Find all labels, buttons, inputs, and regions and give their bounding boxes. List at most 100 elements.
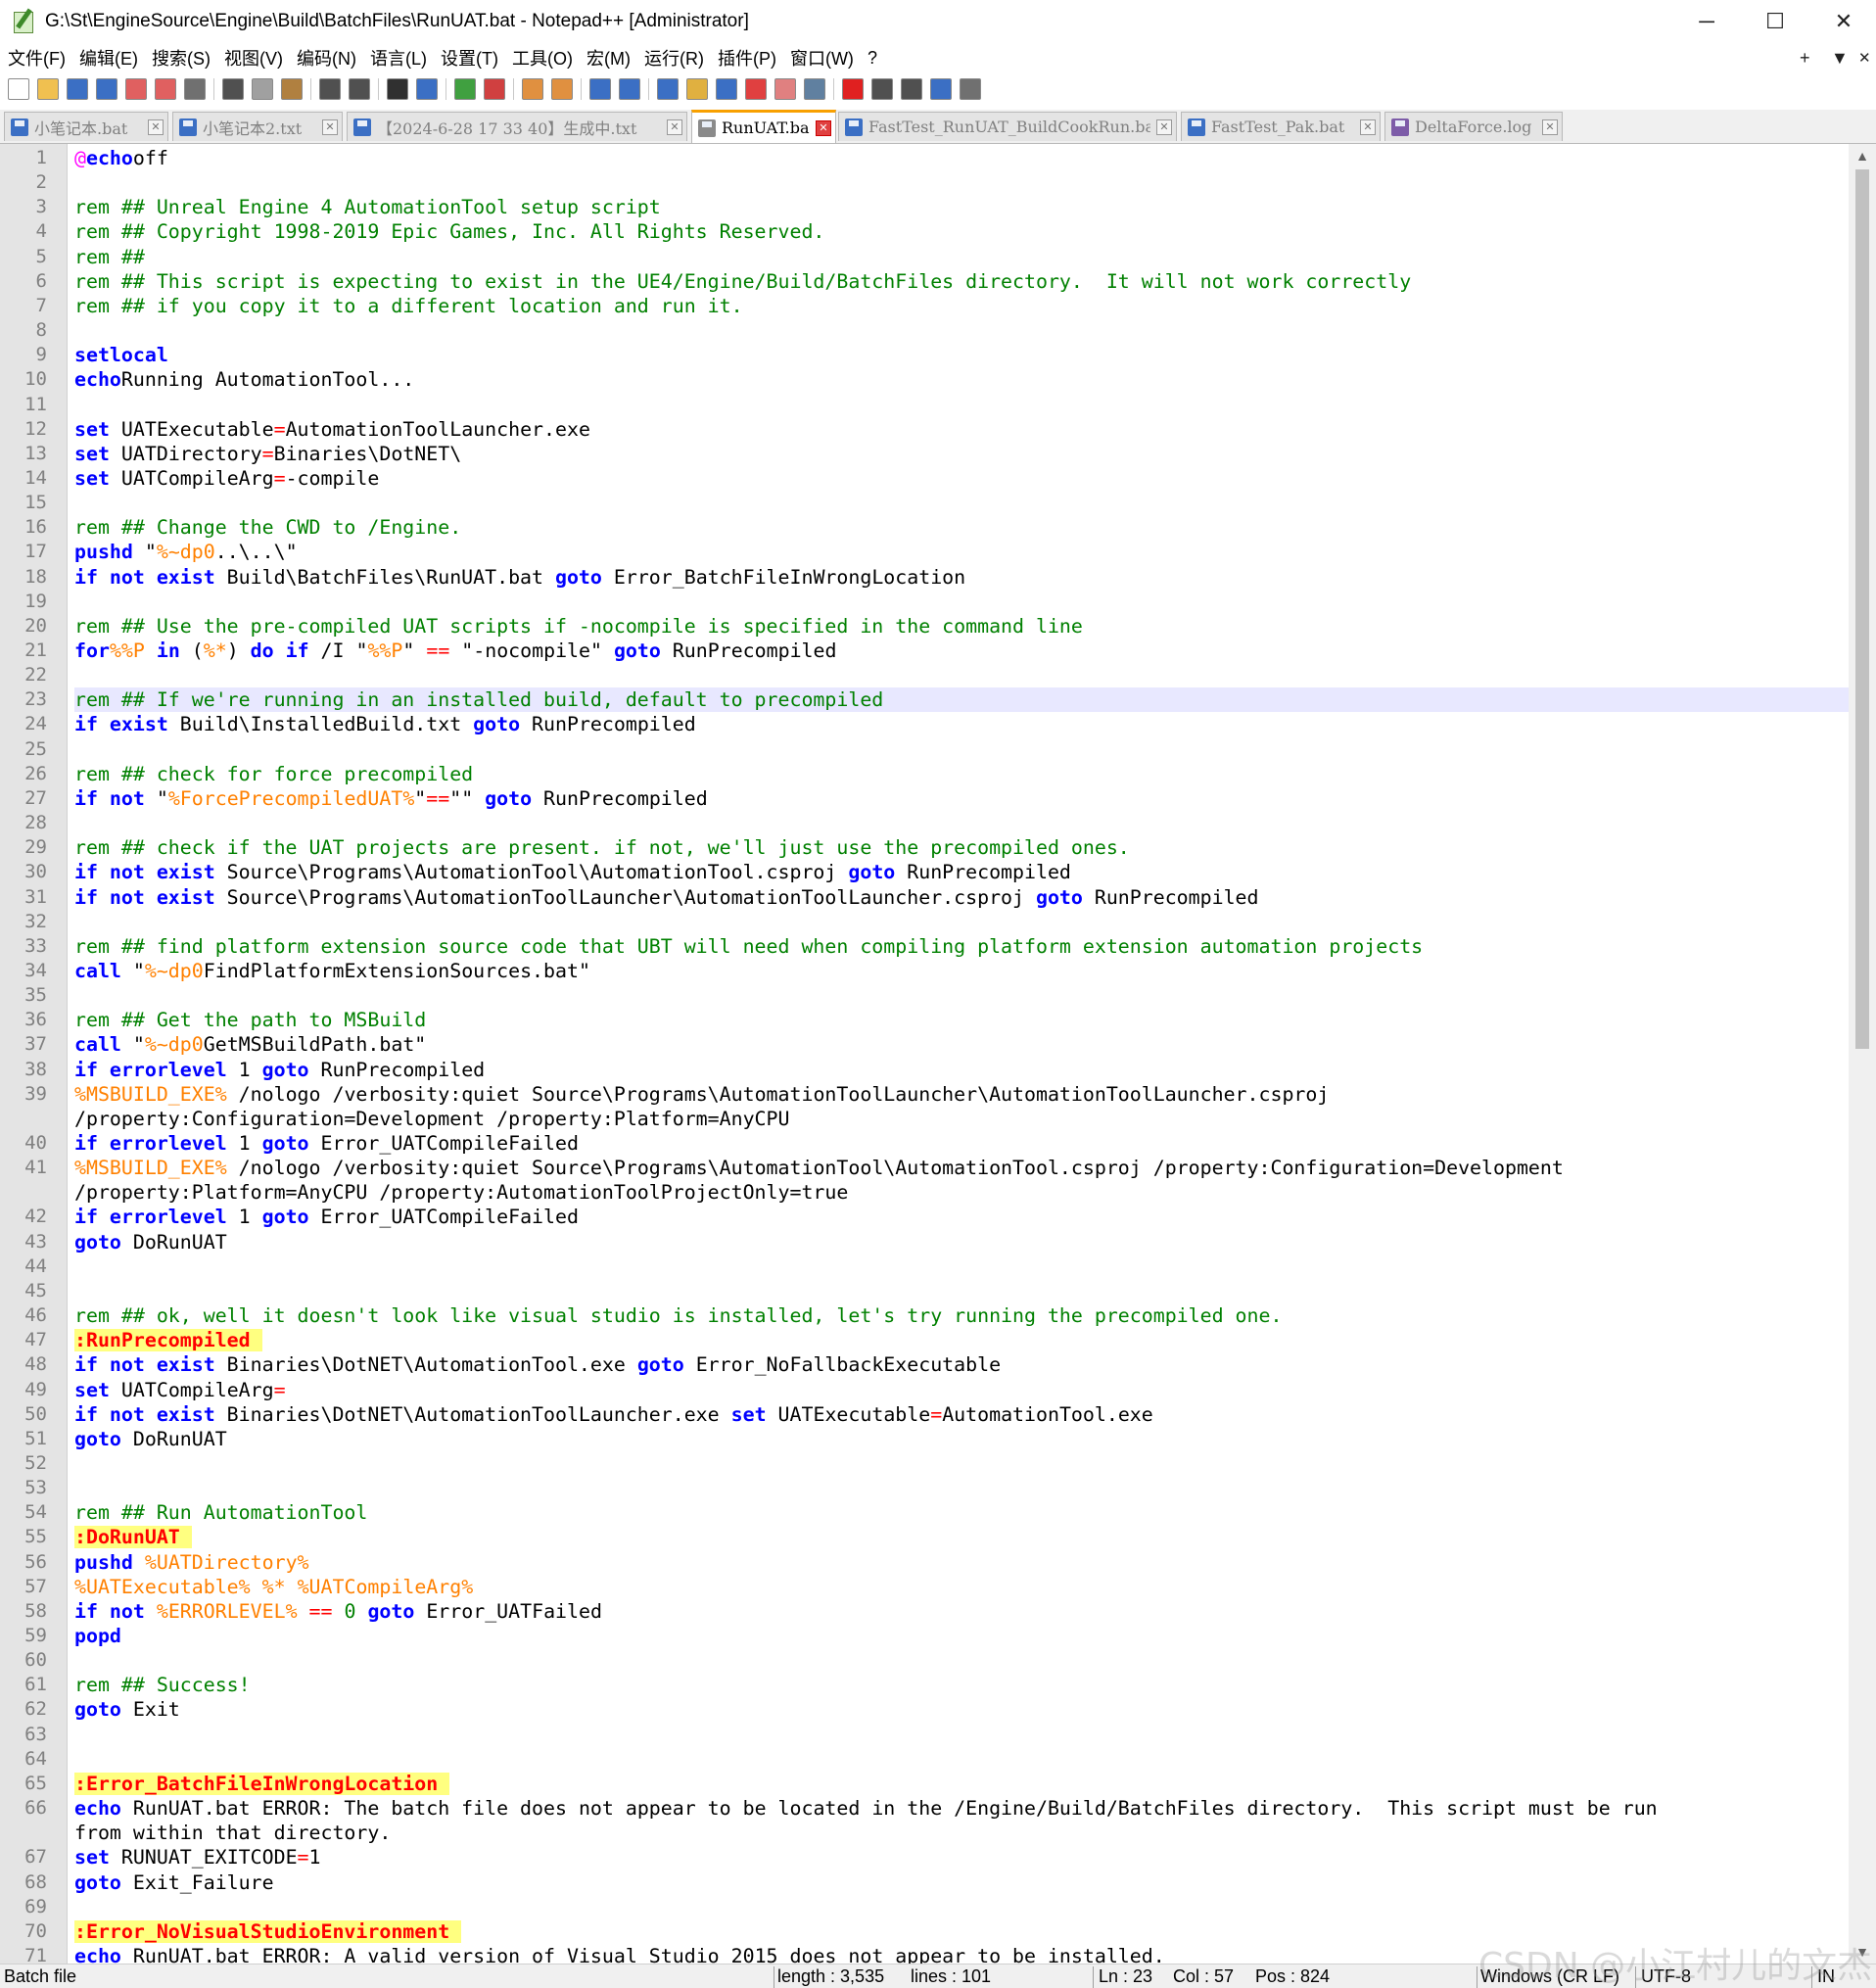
scrollbar-thumb[interactable] xyxy=(1855,169,1869,1049)
cut-icon[interactable] xyxy=(222,78,244,100)
code-line[interactable]: rem ## check for force precompiled xyxy=(74,762,1849,786)
code-line[interactable]: set RUNUAT_EXITCODE=1 xyxy=(74,1845,1849,1870)
code-line[interactable]: popd xyxy=(74,1624,1849,1648)
redo-icon[interactable] xyxy=(349,78,370,100)
code-line[interactable]: echo RunUAT.bat ERROR: The batch file do… xyxy=(74,1796,1849,1821)
menu-search[interactable]: 搜索(S) xyxy=(146,45,216,71)
code-line[interactable]: rem ## Use the pre-compiled UAT scripts … xyxy=(74,614,1849,639)
code-line[interactable] xyxy=(74,811,1849,835)
tab-2024-6-28-17-33-40-txt[interactable]: 【2024-6-28 17 33 40】生成中.txt ✕ xyxy=(347,112,687,141)
code-line[interactable]: rem ## Unreal Engine 4 AutomationTool se… xyxy=(74,195,1849,219)
code-line[interactable]: rem ## If we're running in an installed … xyxy=(74,687,1849,713)
menu-language[interactable]: 语言(L) xyxy=(364,45,433,71)
zoom-out-icon[interactable] xyxy=(484,78,505,100)
code-line[interactable] xyxy=(74,1451,1849,1476)
close-tab-icon[interactable]: ✕ xyxy=(322,118,338,135)
code-line[interactable]: if not exist Source\Programs\AutomationT… xyxy=(74,885,1849,910)
code-line[interactable]: if exist Build\InstalledBuild.txt goto R… xyxy=(74,712,1849,736)
code-line[interactable]: rem ## xyxy=(74,245,1849,269)
menu-bar-plus-button[interactable]: + xyxy=(1800,43,1810,72)
code-line[interactable]: goto DoRunUAT xyxy=(74,1427,1849,1451)
menu-macro[interactable]: 宏(M) xyxy=(581,45,636,71)
open-file-icon[interactable] xyxy=(37,78,59,100)
indent-guide-icon[interactable] xyxy=(657,78,679,100)
close-all-icon[interactable] xyxy=(155,78,176,100)
code-line[interactable]: call "%~dp0FindPlatformExtensionSources.… xyxy=(74,959,1849,983)
close-tab-icon[interactable]: ✕ xyxy=(1360,118,1376,135)
monitoring-icon[interactable] xyxy=(804,78,825,100)
code-line[interactable]: if not "%ForcePrecompiledUAT%"=="" goto … xyxy=(74,786,1849,811)
new-file-icon[interactable] xyxy=(8,78,29,100)
run-macro-multiple-icon[interactable] xyxy=(930,78,952,100)
close-tab-icon[interactable]: ✕ xyxy=(667,118,682,135)
menu-bar-dropdown-button[interactable]: ▼ xyxy=(1831,43,1849,72)
code-line[interactable] xyxy=(74,491,1849,515)
print-icon[interactable] xyxy=(184,78,206,100)
tab-2-txt[interactable]: 小笔记本2.txt ✕ xyxy=(172,112,343,141)
code-line[interactable]: goto Exit xyxy=(74,1697,1849,1722)
code-line[interactable] xyxy=(74,1747,1849,1772)
code-line[interactable]: if not exist Binaries\DotNET\AutomationT… xyxy=(74,1352,1849,1377)
close-tab-icon[interactable]: ✕ xyxy=(1542,118,1558,135)
code-line[interactable]: echoRunning AutomationTool... xyxy=(74,367,1849,392)
stop-macro-icon[interactable] xyxy=(871,78,893,100)
close-file-icon[interactable] xyxy=(125,78,147,100)
code-line[interactable] xyxy=(74,170,1849,195)
udl-icon[interactable] xyxy=(686,78,708,100)
scroll-up-icon[interactable]: ▲ xyxy=(1849,144,1876,167)
tab-fasttest-runuat-buildcookrun-bat[interactable]: FastTest_RunUAT_BuildCookRun.bat ✕ xyxy=(838,112,1177,141)
sync-horizontal-icon[interactable] xyxy=(551,78,573,100)
code-line[interactable]: rem ## Change the CWD to /Engine. xyxy=(74,515,1849,540)
code-line[interactable]: rem ## check if the UAT projects are pre… xyxy=(74,835,1849,860)
code-line[interactable]: %MSBUILD_EXE% /nologo /verbosity:quiet S… xyxy=(74,1156,1849,1180)
tab-bat[interactable]: 小笔记本.bat ✕ xyxy=(4,112,168,141)
code-line[interactable]: if not exist Build\BatchFiles\RunUAT.bat… xyxy=(74,565,1849,590)
menu-file[interactable]: 文件(F) xyxy=(2,45,71,71)
close-tab-icon[interactable]: ✕ xyxy=(816,119,831,136)
tab-runuat-bat[interactable]: RunUAT.bat ✕ xyxy=(691,110,836,143)
play-macro-icon[interactable] xyxy=(901,78,922,100)
maximize-button[interactable]: ☐ xyxy=(1741,0,1809,43)
code-line[interactable]: /property:Configuration=Development /pro… xyxy=(74,1107,1849,1131)
save-macro-icon[interactable] xyxy=(960,78,981,100)
menu-plugins[interactable]: 插件(P) xyxy=(712,45,782,71)
code-line[interactable]: if errorlevel 1 goto Error_UATCompileFai… xyxy=(74,1205,1849,1229)
menu-edit[interactable]: 编辑(E) xyxy=(73,45,144,71)
code-line[interactable] xyxy=(74,1895,1849,1919)
code-line[interactable]: :RunPrecompiled xyxy=(74,1328,1849,1352)
minimize-button[interactable]: ─ xyxy=(1672,0,1741,43)
code-line[interactable]: rem ## Success! xyxy=(74,1673,1849,1697)
code-line[interactable]: set UATCompileArg= xyxy=(74,1378,1849,1402)
code-line[interactable]: :Error_BatchFileInWrongLocation xyxy=(74,1772,1849,1796)
code-line[interactable]: rem ## Copyright 1998-2019 Epic Games, I… xyxy=(74,219,1849,244)
find-icon[interactable] xyxy=(387,78,408,100)
copy-icon[interactable] xyxy=(252,78,273,100)
folder-workspace-icon[interactable] xyxy=(774,78,796,100)
menu-window[interactable]: 窗口(W) xyxy=(784,45,860,71)
code-line[interactable]: call "%~dp0GetMSBuildPath.bat" xyxy=(74,1032,1849,1057)
code-line[interactable] xyxy=(74,393,1849,417)
code-line[interactable]: rem ## This script is expecting to exist… xyxy=(74,269,1849,294)
code-line[interactable] xyxy=(74,663,1849,687)
menu-bar-close-button[interactable]: ✕ xyxy=(1858,43,1871,72)
code-line[interactable]: /property:Platform=AnyCPU /property:Auto… xyxy=(74,1180,1849,1205)
code-line[interactable]: from within that directory. xyxy=(74,1821,1849,1845)
menu-help[interactable]: ? xyxy=(862,48,883,69)
menu-view[interactable]: 视图(V) xyxy=(218,45,289,71)
code-line[interactable] xyxy=(74,1254,1849,1279)
code-line[interactable]: if errorlevel 1 goto RunPrecompiled xyxy=(74,1058,1849,1082)
code-line[interactable] xyxy=(74,1648,1849,1673)
menu-run[interactable]: 运行(R) xyxy=(638,45,710,71)
code-line[interactable]: for%%P in (%*) do if /I "%%P" == "-nocom… xyxy=(74,639,1849,663)
show-all-chars-icon[interactable] xyxy=(619,78,640,100)
word-wrap-icon[interactable] xyxy=(589,78,611,100)
sync-vertical-icon[interactable] xyxy=(522,78,543,100)
code-area[interactable]: @echooff rem ## Unreal Engine 4 Automatio… xyxy=(74,144,1849,1964)
code-line[interactable]: rem ## ok, well it doesn't look like vis… xyxy=(74,1303,1849,1328)
code-line[interactable]: if errorlevel 1 goto Error_UATCompileFai… xyxy=(74,1131,1849,1156)
close-tab-icon[interactable]: ✕ xyxy=(1156,118,1172,135)
code-line[interactable] xyxy=(74,983,1849,1008)
code-line[interactable]: rem ## Run AutomationTool xyxy=(74,1500,1849,1525)
undo-icon[interactable] xyxy=(319,78,341,100)
close-window-button[interactable]: ✕ xyxy=(1809,0,1876,43)
